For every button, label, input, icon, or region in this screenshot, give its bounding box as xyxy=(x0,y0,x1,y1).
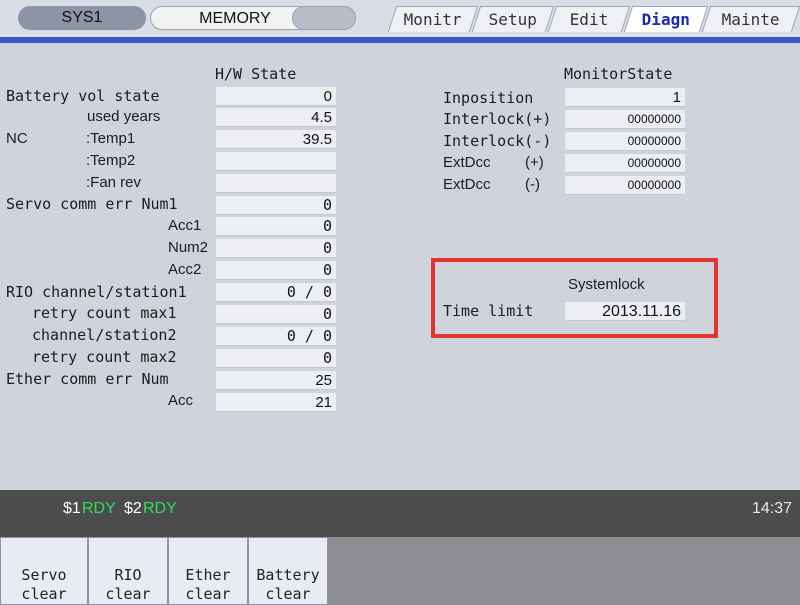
rio-clear-line1: RIO xyxy=(114,566,142,584)
hw-value-used-years: 4.5 xyxy=(216,108,336,127)
hw-value-fan-rev xyxy=(216,174,336,193)
monitor-label-interlock-plus: Interlock(+) xyxy=(443,110,552,128)
hw-value-retry-max1: 0 xyxy=(216,305,336,324)
monitor-value-inposition: 1 xyxy=(565,88,685,107)
tab-monitr[interactable]: Monitr xyxy=(387,6,479,32)
ether-clear-line2: clear xyxy=(185,585,231,603)
hw-value-rio-station1: 0 / 0 xyxy=(216,283,336,302)
hw-label-battery-vol-state: Battery vol state xyxy=(6,87,160,105)
tab-setup[interactable]: Setup xyxy=(471,6,555,32)
nc-diagnosis-screen: MEMORY SYS1 Monitr Setup Edit Diagn Main… xyxy=(0,0,800,605)
monitor-value-interlock-minus: 00000000 xyxy=(565,132,685,151)
hw-label-nc: NC xyxy=(6,130,28,147)
monitor-label-inposition: Inposition xyxy=(443,89,534,107)
hw-value-servo-num1: 0 xyxy=(216,196,336,215)
servo-clear-line2: clear xyxy=(21,585,67,603)
hw-value-acc1: 0 xyxy=(216,217,336,236)
tab-edit-label: Edit xyxy=(569,10,608,29)
hw-label-acc1: Acc1 xyxy=(168,217,202,234)
hw-value-ether-num: 25 xyxy=(216,371,336,390)
monitor-sign-extdcc-minus: (-) xyxy=(525,176,540,193)
monitor-value-extdcc-plus: 00000000 xyxy=(565,154,685,173)
monitor-label-extdcc-minus: ExtDcc xyxy=(443,176,491,193)
hw-label-temp1: :Temp1 xyxy=(86,130,136,147)
softkey-bar: Servo clear RIO clear Ether clear Batter… xyxy=(0,537,800,605)
monitor-label-interlock-minus: Interlock(-) xyxy=(443,132,552,150)
tab-mainte-label: Mainte xyxy=(721,10,780,29)
hw-state-header: H/W State xyxy=(215,65,297,83)
hw-label-num2: Num2 xyxy=(168,239,209,256)
tab-diagn-label: Diagn xyxy=(641,10,690,29)
mode-indicator-blank xyxy=(292,6,356,30)
channel1-state: RDY xyxy=(82,500,116,517)
systemlock-highlight-box xyxy=(431,258,718,338)
monitor-label-extdcc-plus: ExtDcc xyxy=(443,154,491,171)
hw-label-retry-max1: retry count max1 xyxy=(32,304,177,322)
battery-clear-line2: clear xyxy=(265,585,311,603)
hw-label-temp2: :Temp2 xyxy=(86,152,136,169)
ether-clear-line1: Ether xyxy=(185,566,231,584)
hw-value-ether-acc: 21 xyxy=(216,393,336,412)
tab-monitr-label: Monitr xyxy=(403,10,462,29)
battery-clear-line1: Battery xyxy=(256,566,320,584)
hw-label-fan-rev: :Fan rev xyxy=(86,174,142,191)
channel2-label: $2 xyxy=(124,500,142,517)
hw-label-acc2: Acc2 xyxy=(168,261,202,278)
hw-value-station2: 0 / 0 xyxy=(216,327,336,346)
hw-value-retry-max2: 0 xyxy=(216,349,336,368)
monitor-sign-extdcc-plus: (+) xyxy=(525,154,544,171)
hw-value-battery-vol-state: 0 xyxy=(216,87,336,106)
battery-clear-button[interactable]: Battery clear xyxy=(248,537,328,605)
tab-setup-label: Setup xyxy=(488,10,537,29)
monitor-value-extdcc-minus: 00000000 xyxy=(565,176,685,195)
hw-value-acc2: 0 xyxy=(216,261,336,280)
channel2-state: RDY xyxy=(143,500,177,517)
system-indicator: SYS1 xyxy=(18,6,146,30)
hw-label-servo-num1: Servo comm err Num1 xyxy=(6,195,178,213)
hw-value-temp2 xyxy=(216,152,336,171)
rio-clear-button[interactable]: RIO clear xyxy=(88,537,168,605)
channel1-label: $1 xyxy=(63,500,81,517)
monitor-state-header: MonitorState xyxy=(564,65,673,83)
hw-label-ether-num: Ether comm err Num xyxy=(6,370,169,388)
hw-label-used-years: used years xyxy=(87,108,161,125)
tab-mainte[interactable]: Mainte xyxy=(701,6,800,32)
servo-clear-button[interactable]: Servo clear xyxy=(0,537,88,605)
status-bar: $1 RDY $2 RDY 14:37 xyxy=(0,490,800,537)
rio-clear-line2: clear xyxy=(105,585,151,603)
ether-clear-button[interactable]: Ether clear xyxy=(168,537,248,605)
monitor-value-interlock-plus: 00000000 xyxy=(565,110,685,129)
hw-value-num2: 0 xyxy=(216,239,336,258)
tab-edit[interactable]: Edit xyxy=(547,6,631,32)
hw-value-temp1: 39.5 xyxy=(216,130,336,149)
top-bar: MEMORY SYS1 Monitr Setup Edit Diagn Main… xyxy=(0,0,800,38)
tab-diagn[interactable]: Diagn xyxy=(623,6,709,32)
hw-label-rio-station1: RIO channel/station1 xyxy=(6,283,187,301)
clock-time: 14:37 xyxy=(751,500,792,517)
hw-label-ether-acc: Acc xyxy=(168,392,194,409)
servo-clear-line1: Servo xyxy=(21,566,67,584)
hw-label-station2: channel/station2 xyxy=(32,326,177,344)
hw-label-retry-max2: retry count max2 xyxy=(32,348,177,366)
